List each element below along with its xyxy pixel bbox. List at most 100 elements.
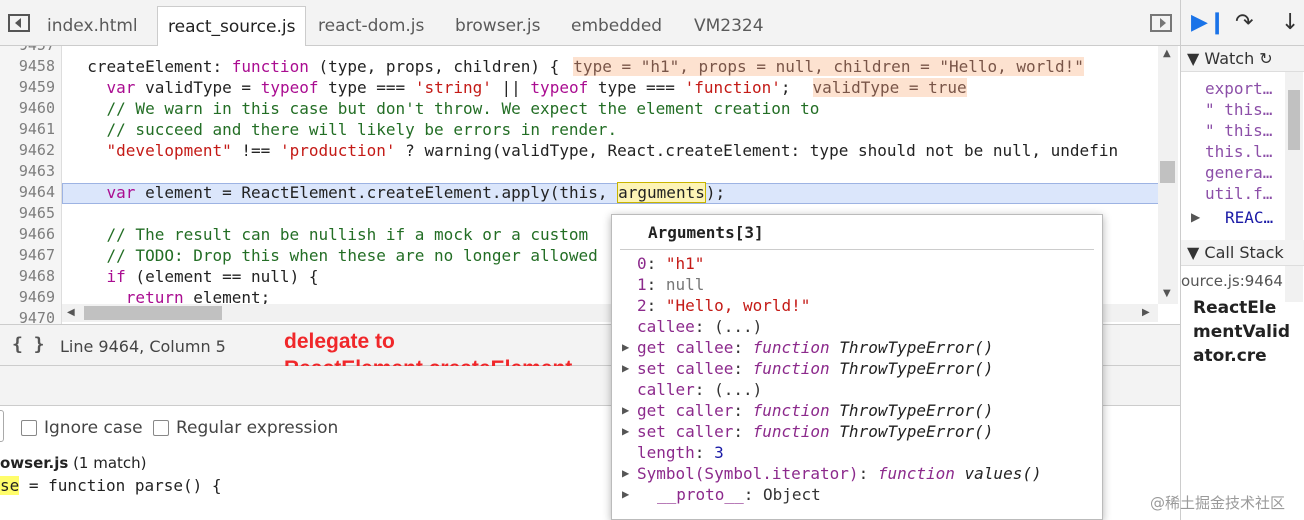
popover-row[interactable]: get caller: function ThrowTypeError() — [637, 400, 993, 421]
watch-expression[interactable]: this.l… — [1205, 141, 1272, 162]
expand-triangle-icon[interactable]: ▶ — [622, 337, 629, 358]
line-number[interactable]: 9469 — [19, 287, 55, 308]
property-key: get caller — [637, 401, 734, 420]
callstack-section-header[interactable]: ▼ Call Stack — [1181, 240, 1304, 266]
scroll-down-icon[interactable]: ▼ — [1163, 288, 1171, 299]
watch-section-header[interactable]: ▼ Watch ↻ — [1181, 46, 1304, 72]
expand-triangle-icon[interactable]: ▶ — [622, 484, 629, 505]
resume-icon[interactable]: ▶❙ — [1191, 10, 1226, 35]
line-number[interactable]: 9464 — [19, 182, 55, 203]
code-line: // succeed and there will likely be erro… — [68, 119, 618, 140]
scroll-right-icon[interactable]: ▶ — [1142, 307, 1150, 318]
line-number[interactable]: 9461 — [19, 119, 55, 140]
refresh-icon[interactable]: ↻ — [1259, 49, 1272, 68]
watch-expression[interactable]: util.f… — [1205, 183, 1272, 204]
line-number[interactable]: 9465 — [19, 203, 55, 224]
collapse-triangle-icon: ▼ — [1187, 49, 1205, 68]
line-number[interactable]: 9458 — [19, 56, 55, 77]
popover-title: Arguments[3] — [648, 223, 764, 242]
popover-row[interactable]: set callee: function ThrowTypeError() — [637, 358, 993, 379]
scroll-thumb[interactable] — [1288, 90, 1300, 150]
pretty-print-button[interactable]: { } — [12, 334, 45, 355]
toggle-navigator-icon[interactable] — [8, 14, 30, 32]
function-name: ThrowTypeError() — [839, 338, 994, 357]
editor-vertical-scrollbar[interactable]: ▲ ▼ — [1158, 46, 1178, 304]
step-over-icon[interactable]: ↷ — [1235, 10, 1253, 35]
code-line: var validType = typeof type === 'string'… — [106, 78, 967, 97]
scroll-thumb[interactable] — [1160, 161, 1175, 183]
toggle-debugger-icon[interactable] — [1150, 14, 1172, 32]
scroll-thumb[interactable] — [84, 306, 222, 320]
expand-triangle-icon[interactable]: ▶ — [1191, 207, 1200, 228]
line-number[interactable]: 9468 — [19, 266, 55, 287]
code-line: // We warn in this case but don't throw.… — [68, 98, 820, 119]
callstack-location[interactable]: ource.js:9464 — [1181, 272, 1283, 290]
property-value: Object — [762, 485, 821, 504]
code-keyword: typeof — [260, 78, 319, 97]
popover-row[interactable]: Symbol(Symbol.iterator): function values… — [637, 463, 1042, 484]
code-line: // The result can be nullish if a mock o… — [68, 224, 589, 245]
expand-triangle-icon[interactable]: ▶ — [622, 400, 629, 421]
result-file-name: owser.js — [0, 454, 69, 472]
annotation-line-1: delegate to — [284, 330, 395, 353]
watch-expression[interactable]: " this… — [1205, 120, 1272, 141]
popover-row[interactable]: set caller: function ThrowTypeError() — [637, 421, 993, 442]
watch-expression[interactable]: genera… — [1205, 162, 1272, 183]
expand-triangle-icon[interactable]: ▶ — [622, 463, 629, 484]
line-number[interactable]: 9467 — [19, 245, 55, 266]
callstack-function[interactable]: ReactElementValidator.cre — [1193, 296, 1293, 368]
function-name: ThrowTypeError() — [839, 422, 994, 441]
sidebar-scrollbar[interactable] — [1285, 72, 1303, 302]
hovered-token[interactable]: arguments — [617, 182, 706, 203]
popover-row[interactable]: get callee: function ThrowTypeError() — [637, 337, 993, 358]
code-keyword: if — [106, 267, 126, 286]
regex-checkbox[interactable] — [153, 420, 169, 436]
code-line: var element = ReactElement.createElement… — [106, 182, 726, 203]
step-into-icon[interactable]: ↓ — [1281, 10, 1299, 35]
function-name: ThrowTypeError() — [839, 401, 994, 420]
property-value: (...) — [714, 380, 763, 399]
code-comment: // TODO: Drop this when these are no lon… — [106, 246, 598, 265]
debugger-toolbar: ▶❙ ↷ ↓ — [1181, 0, 1304, 46]
code-string: "development" — [106, 141, 232, 160]
popover-row: 1: null — [637, 275, 705, 294]
function-keyword: function — [752, 422, 830, 441]
watch-expression[interactable]: " this… — [1205, 99, 1272, 120]
code-keyword: typeof — [530, 78, 589, 97]
line-number[interactable]: 9470 — [19, 308, 55, 324]
property-value: 3 — [714, 443, 724, 462]
line-number[interactable]: 9459 — [19, 77, 55, 98]
popover-row: 2: "Hello, world!" — [637, 296, 811, 315]
code-keyword: var — [106, 78, 136, 97]
property-key: 1 — [637, 275, 647, 294]
line-number[interactable]: 9462 — [19, 140, 55, 161]
tab-react-source-js[interactable]: react_source.js — [157, 6, 307, 46]
scroll-left-icon[interactable]: ◀ — [67, 307, 75, 318]
regex-label: Regular expression — [176, 418, 339, 438]
tab-react-dom-js[interactable]: react-dom.js — [318, 6, 424, 46]
tab-embedded[interactable]: embedded — [571, 6, 662, 46]
code-line: createElement: function (type, props, ch… — [87, 57, 1084, 76]
line-number[interactable]: 9460 — [19, 98, 55, 119]
ignore-case-checkbox[interactable] — [21, 420, 37, 436]
popover-row[interactable]: __proto__: Object — [657, 484, 821, 505]
code-comment: // We warn in this case but don't throw.… — [106, 99, 820, 118]
search-input[interactable] — [0, 410, 4, 442]
watch-expression[interactable]: REAC… — [1225, 207, 1273, 228]
watch-expression[interactable]: export… — [1205, 78, 1272, 99]
line-number[interactable]: 9463 — [19, 161, 55, 182]
scroll-up-icon[interactable]: ▲ — [1163, 48, 1171, 59]
tab-index-html[interactable]: index.html — [47, 6, 138, 46]
expand-triangle-icon[interactable]: ▶ — [622, 421, 629, 442]
tab-browser-js[interactable]: browser.js — [455, 6, 540, 46]
arguments-popover[interactable]: Arguments[3] 0: "h1" 1: null 2: "Hello, wo… — [611, 214, 1103, 520]
expand-triangle-icon[interactable]: ▶ — [622, 358, 629, 379]
search-result-file[interactable]: owser.js (1 match) — [0, 454, 147, 472]
debugger-sidebar: ▶❙ ↷ ↓ ▼ Watch ↻ export… " this… " this… th… — [1180, 0, 1304, 520]
line-number[interactable]: 9466 — [19, 224, 55, 245]
search-result-match[interactable]: se = function parse() { — [0, 476, 222, 495]
code-string: 'string' — [414, 78, 492, 97]
popover-divider — [620, 249, 1094, 250]
line-number[interactable]: 9457 — [19, 46, 55, 56]
tab-vm2324[interactable]: VM2324 — [694, 6, 764, 46]
